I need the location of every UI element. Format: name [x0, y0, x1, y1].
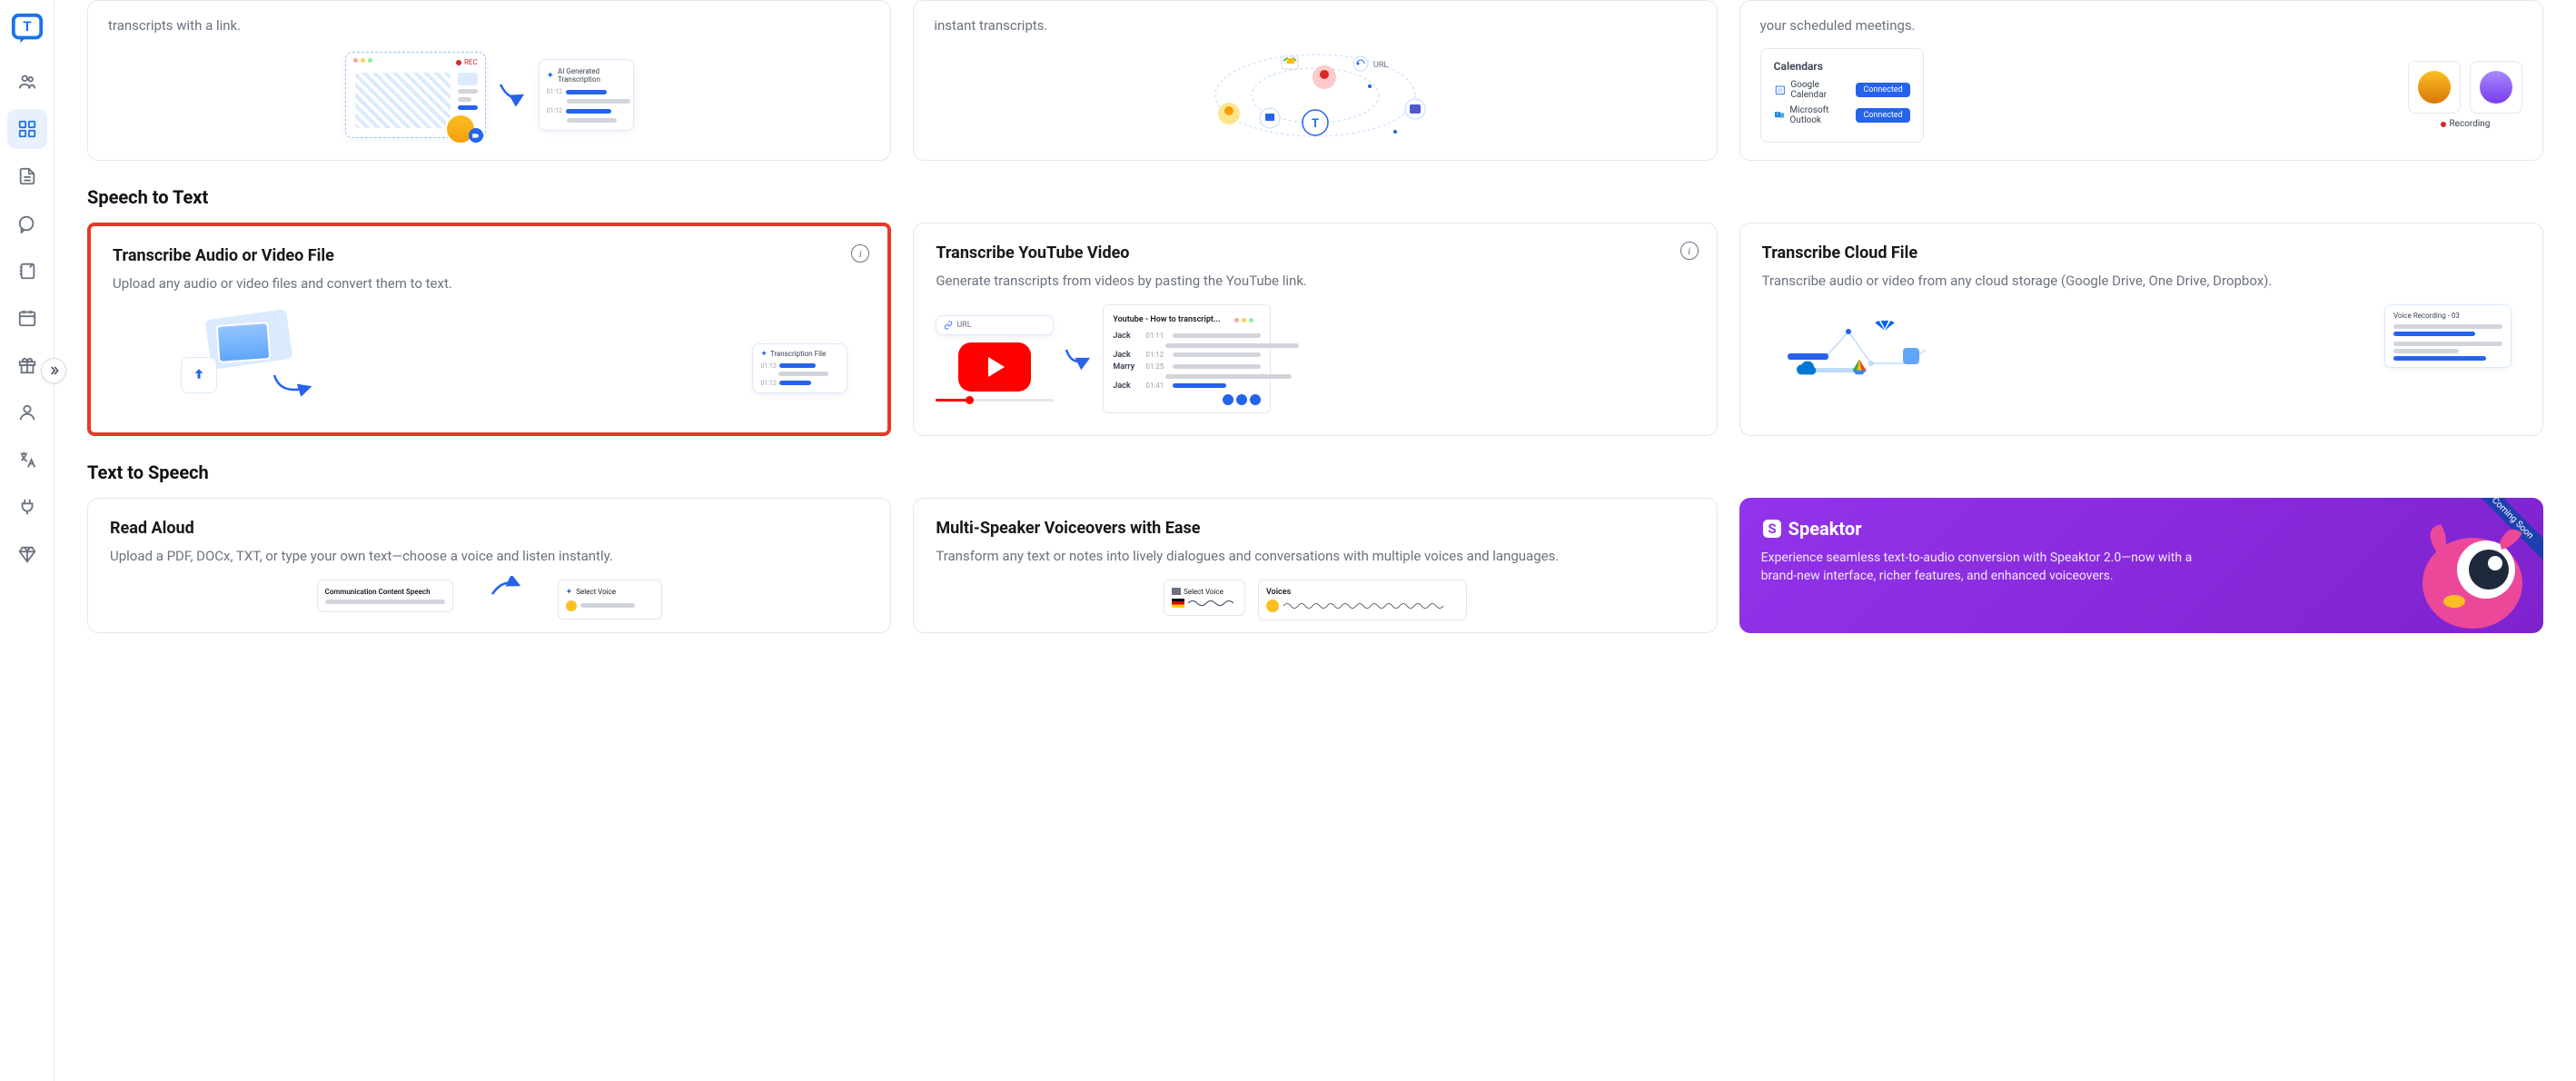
card-speaktor[interactable]: Coming Soon S Speaktor Experience seamle…	[1739, 498, 2543, 633]
card-desc: Transcribe audio or video from any cloud…	[1762, 272, 2521, 292]
card-read-aloud[interactable]: Read Aloud Upload a PDF, DOCx, TXT, or t…	[87, 498, 891, 633]
svg-text:O: O	[1776, 113, 1778, 117]
top-card-3-desc: your scheduled meetings.	[1760, 17, 2522, 34]
top-card-2-illustration: T URL	[934, 43, 1696, 147]
card-title: Read Aloud	[110, 519, 868, 538]
sidebar: T	[0, 0, 54, 1081]
card-illustration: ✦Transcription File 01:12 01:12	[113, 307, 866, 416]
card-illustration: Communication Content Speech ✦Select Voi…	[110, 580, 868, 616]
svg-text:T: T	[1312, 117, 1319, 131]
card-transcribe-cloud[interactable]: Transcribe Cloud File Transcribe audio o…	[1739, 223, 2543, 436]
section-speech-to-text: Speech to Text	[87, 186, 2543, 208]
main-content: transcripts with a link. REC	[54, 0, 2576, 1081]
card-transcribe-file[interactable]: i Transcribe Audio or Video File Upload …	[87, 223, 891, 436]
card-multi-speaker[interactable]: Multi-Speaker Voiceovers with Ease Trans…	[913, 498, 1717, 633]
card-title: Multi-Speaker Voiceovers with Ease	[936, 519, 1694, 538]
card-title: Transcribe YouTube Video	[936, 243, 1694, 263]
svg-text:T: T	[23, 18, 32, 35]
card-desc: Generate transcripts from videos by past…	[936, 272, 1694, 292]
nav-diamond-icon[interactable]	[7, 534, 47, 574]
card-desc: Upload a PDF, DOCx, TXT, or type your ow…	[110, 547, 868, 567]
logo[interactable]: T	[9, 11, 45, 47]
nav-notes-icon[interactable]	[7, 251, 47, 291]
card-desc: Transform any text or notes into lively …	[936, 547, 1694, 567]
svg-text:URL: URL	[1373, 61, 1388, 70]
top-card-1[interactable]: transcripts with a link. REC	[87, 0, 891, 161]
nav-plug-icon[interactable]	[7, 487, 47, 527]
nav-people-icon[interactable]	[7, 62, 47, 102]
top-card-1-illustration: REC	[108, 43, 870, 147]
nav-translate-icon[interactable]	[7, 440, 47, 480]
nav-dashboard-icon[interactable]	[7, 109, 47, 149]
speaktor-mascot	[2400, 506, 2536, 633]
svg-text:S: S	[1768, 521, 1776, 537]
top-card-2-desc: instant transcripts.	[934, 17, 1696, 34]
card-illustration: URL Youtube - How to transcript...	[936, 304, 1694, 413]
card-desc: Experience seamless text-to-audio conver…	[1761, 549, 2217, 586]
nav-profile-icon[interactable]	[7, 392, 47, 432]
section-text-to-speech: Text to Speech	[87, 461, 2543, 483]
top-card-3[interactable]: your scheduled meetings. Calendars 31 Go…	[1739, 0, 2543, 161]
svg-text:31: 31	[1778, 88, 1783, 94]
nav-calendar-icon[interactable]	[7, 298, 47, 338]
info-icon[interactable]: i	[851, 244, 869, 263]
nav-chat-icon[interactable]	[7, 203, 47, 243]
card-transcribe-youtube[interactable]: i Transcribe YouTube Video Generate tran…	[913, 223, 1717, 436]
card-title: Transcribe Audio or Video File	[113, 246, 866, 265]
sidebar-expand-button[interactable]	[41, 358, 66, 383]
card-illustration: Select Voice Voices	[936, 580, 1694, 616]
youtube-play-icon	[958, 342, 1031, 392]
top-card-2[interactable]: instant transcripts. T URL	[913, 0, 1717, 161]
nav-document-icon[interactable]	[7, 156, 47, 196]
top-card-1-desc: transcripts with a link.	[108, 17, 870, 34]
card-illustration: Voice Recording - 03	[1762, 304, 2521, 413]
nav-gift-icon[interactable]	[7, 345, 47, 385]
card-desc: Upload any audio or video files and conv…	[113, 274, 866, 294]
top-card-3-illustration: Calendars 31 Google Calendar Connected O	[1760, 43, 2522, 147]
info-icon[interactable]: i	[1680, 242, 1699, 260]
card-title: Transcribe Cloud File	[1762, 243, 2521, 263]
